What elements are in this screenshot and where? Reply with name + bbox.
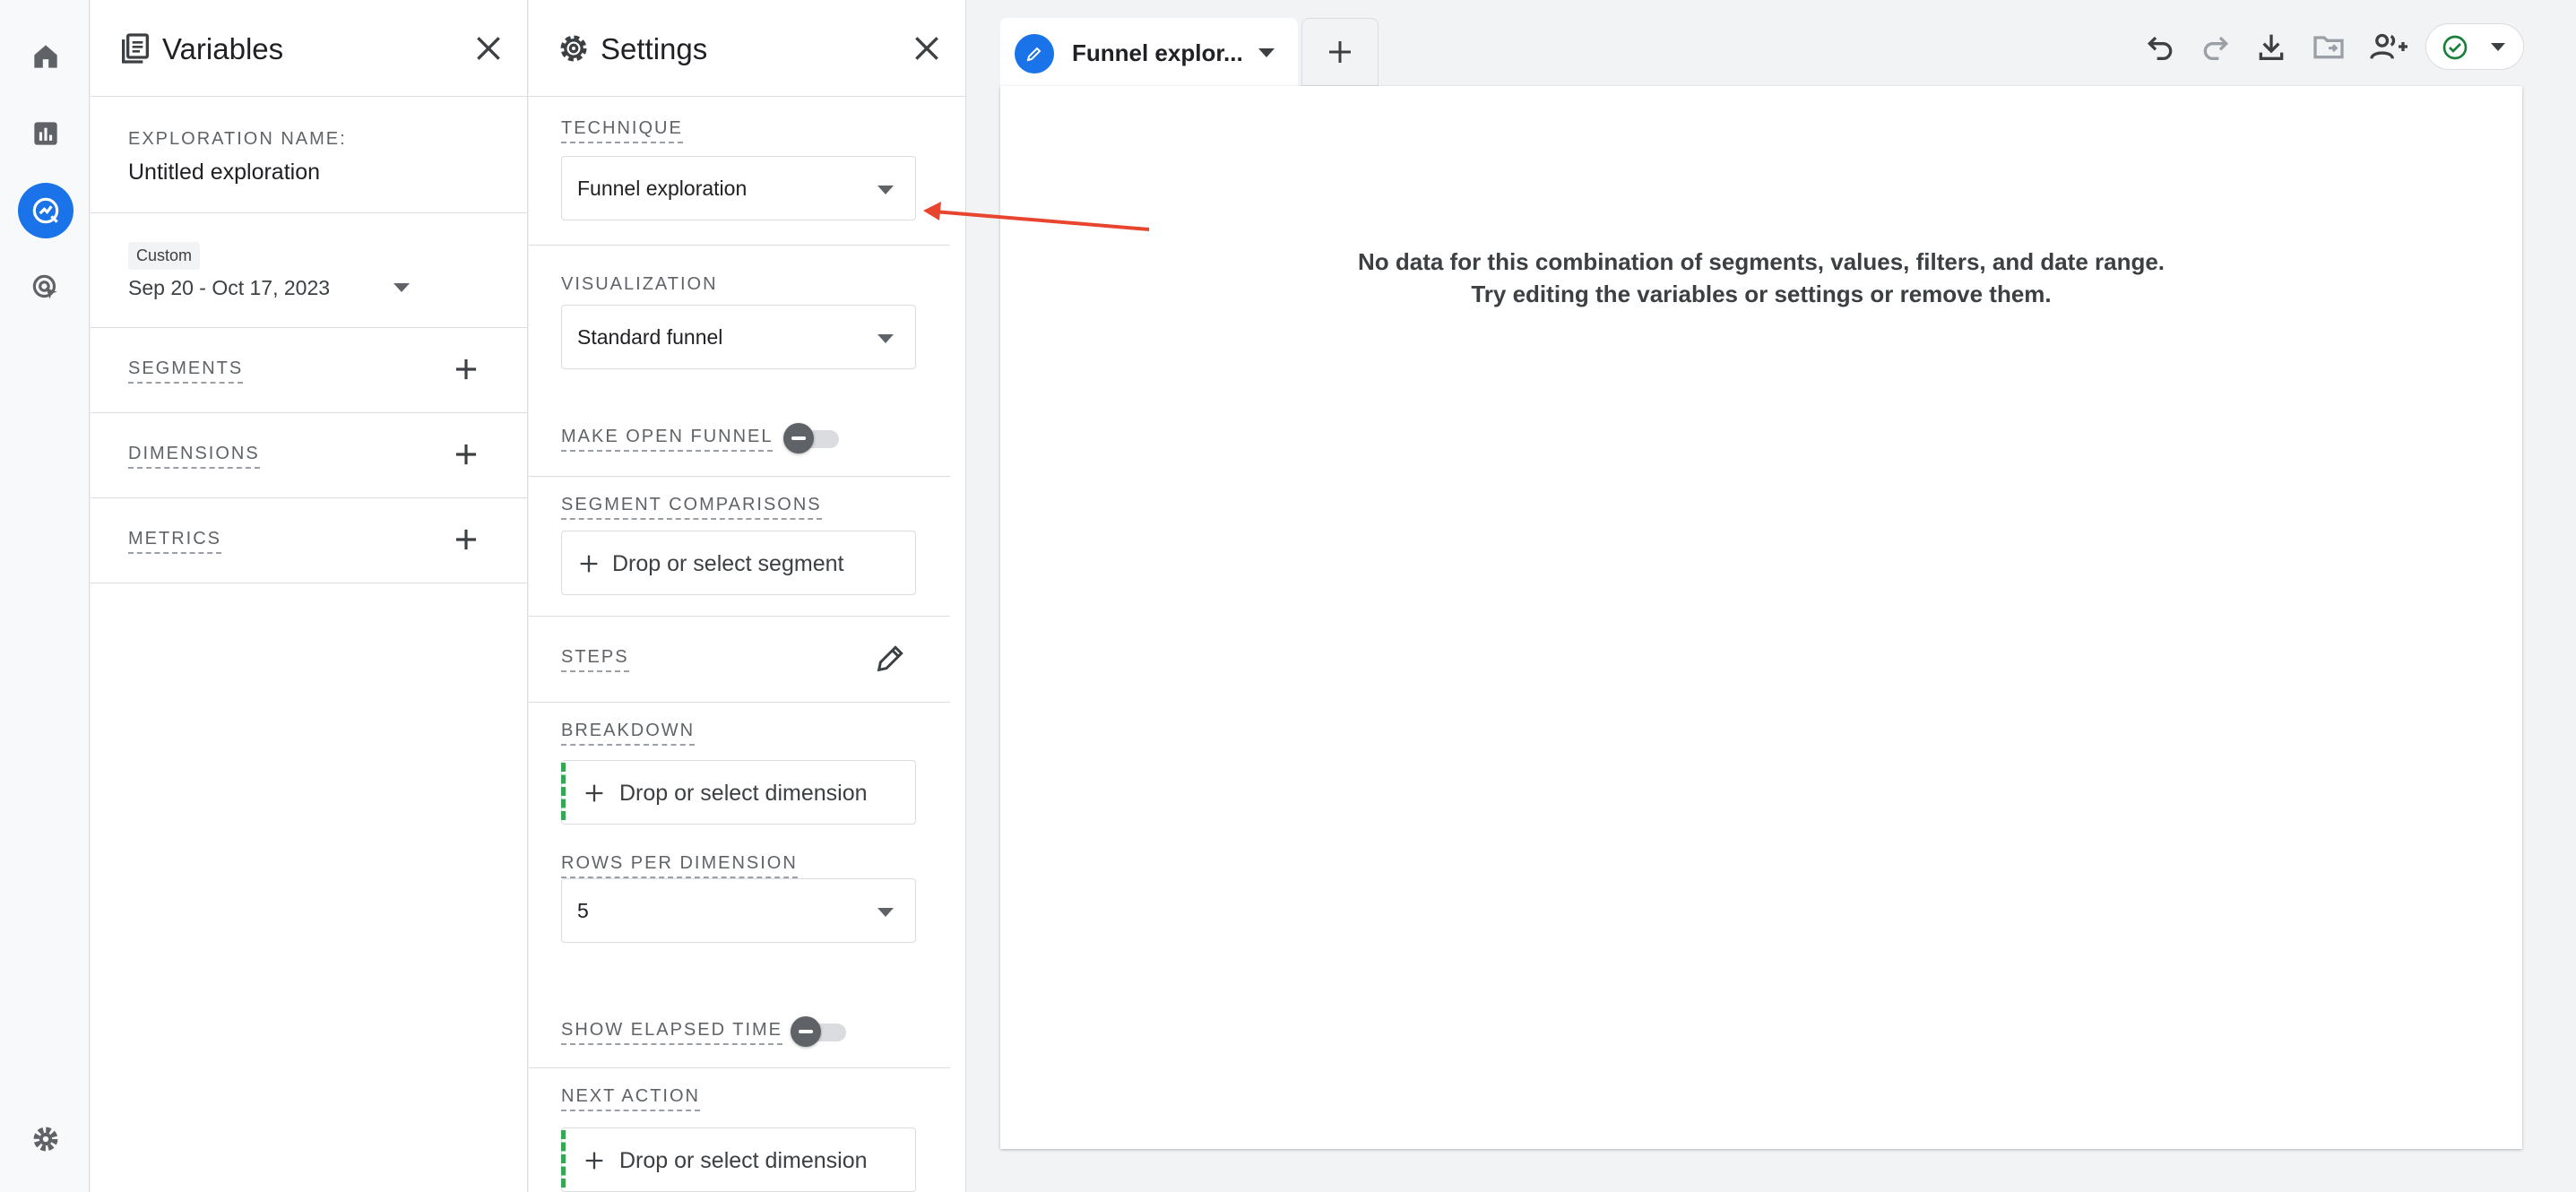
breakdown-drop-zone[interactable]: Drop or select dimension <box>561 760 916 825</box>
check-circle-icon <box>2442 35 2468 60</box>
next-action-label: NEXT ACTION <box>561 1086 700 1111</box>
settings-panel: Settings TECHNIQUE Funnel exploration VI… <box>529 0 966 1192</box>
rows-per-dimension-value: 5 <box>577 899 589 922</box>
segment-drop-text: Drop or select segment <box>612 551 844 576</box>
rows-per-dimension-select[interactable]: 5 <box>561 878 916 943</box>
plus-icon <box>585 1152 603 1170</box>
segment-drop-zone[interactable]: Drop or select segment <box>561 531 916 595</box>
settings-header: Settings <box>529 0 965 97</box>
chevron-down-icon <box>877 186 894 194</box>
open-funnel-label: MAKE OPEN FUNNEL <box>561 427 774 452</box>
annotation-arrow <box>923 202 1150 231</box>
empty-state-line-2: Try editing the variables or settings or… <box>1471 281 2052 307</box>
move-folder-icon[interactable] <box>2311 29 2347 65</box>
variables-title: Variables <box>162 32 284 65</box>
date-range-section[interactable]: Custom Sep 20 - Oct 17, 2023 <box>91 213 527 328</box>
segments-row: SEGMENTS <box>91 328 527 413</box>
advertising-nav-button[interactable] <box>18 260 73 315</box>
exploration-name-input[interactable]: Untitled exploration <box>128 160 320 186</box>
visualization-value: Standard funnel <box>577 325 723 349</box>
exploration-name-label: EXPLORATION NAME: <box>128 129 347 149</box>
breakdown-drop-text: Drop or select dimension <box>619 781 868 806</box>
segment-comparisons-section: SEGMENT COMPARISONS Drop or select segme… <box>529 477 950 617</box>
metrics-label: METRICS <box>128 529 221 554</box>
next-action-section: NEXT ACTION Drop or select dimension <box>529 1068 950 1192</box>
plus-icon <box>580 555 598 573</box>
empty-state-line-1: No data for this combination of segments… <box>1357 248 2165 275</box>
add-tab-button[interactable] <box>1301 18 1379 86</box>
steps-section: STEPS <box>529 617 950 703</box>
plus-icon <box>585 784 603 802</box>
edit-steps-pencil-icon[interactable] <box>873 640 909 676</box>
add-dimension-icon[interactable] <box>449 437 483 471</box>
explore-nav-button[interactable] <box>18 183 73 238</box>
breakdown-section: BREAKDOWN Drop or select dimension ROWS … <box>529 703 950 982</box>
segment-comparisons-label: SEGMENT COMPARISONS <box>561 495 822 520</box>
plus-icon <box>1329 41 1351 63</box>
reports-nav-button[interactable] <box>18 106 73 161</box>
close-variables-icon[interactable] <box>471 30 506 66</box>
visualization-select[interactable]: Standard funnel <box>561 305 916 369</box>
add-metric-icon[interactable] <box>449 523 483 557</box>
technique-select[interactable]: Funnel exploration <box>561 156 916 220</box>
redo-icon[interactable] <box>2198 29 2234 65</box>
add-segment-icon[interactable] <box>449 352 483 386</box>
settings-gear-icon <box>560 35 587 62</box>
save-status-button[interactable] <box>2425 23 2524 70</box>
next-action-drop-text: Drop or select dimension <box>619 1148 868 1173</box>
empty-state-message: No data for this combination of segments… <box>1000 246 2522 310</box>
date-range-type-chip: Custom <box>128 242 201 270</box>
admin-gear-icon <box>33 1127 58 1152</box>
open-funnel-toggle[interactable] <box>783 423 839 453</box>
breakdown-label: BREAKDOWN <box>561 721 696 746</box>
tab-label: Funnel explor... <box>1072 39 1243 66</box>
rows-per-dimension-label: ROWS PER DIMENSION <box>561 853 798 878</box>
next-action-drop-zone[interactable]: Drop or select dimension <box>561 1127 916 1192</box>
exploration-canvas: No data for this combination of segments… <box>1000 86 2522 1149</box>
elapsed-time-section: SHOW ELAPSED TIME <box>529 982 950 1068</box>
explore-icon <box>32 197 59 224</box>
chevron-down-icon <box>877 908 894 917</box>
share-users-icon[interactable] <box>2368 29 2411 65</box>
home-icon <box>34 45 57 68</box>
show-elapsed-label: SHOW ELAPSED TIME <box>561 1020 783 1045</box>
show-elapsed-toggle[interactable] <box>791 1016 846 1047</box>
variables-icon <box>122 33 149 64</box>
advertising-icon <box>32 274 57 299</box>
tab-pencil-icon <box>1015 34 1054 73</box>
date-range-value[interactable]: Sep 20 - Oct 17, 2023 <box>128 276 330 300</box>
close-settings-icon[interactable] <box>909 30 945 66</box>
steps-label: STEPS <box>561 647 629 672</box>
technique-label: TECHNIQUE <box>561 118 683 143</box>
download-icon[interactable] <box>2253 29 2289 65</box>
variables-header: Variables <box>91 0 527 97</box>
left-nav-rail <box>0 0 90 1192</box>
undo-icon[interactable] <box>2142 29 2178 65</box>
reports-icon <box>34 122 57 145</box>
chevron-down-icon <box>2491 43 2505 51</box>
home-nav-button[interactable] <box>18 29 73 84</box>
tab-funnel-exploration[interactable]: Funnel explor... <box>1000 18 1298 86</box>
dimensions-row: DIMENSIONS <box>91 413 527 498</box>
segments-label: SEGMENTS <box>128 358 244 384</box>
settings-title: Settings <box>601 32 708 65</box>
chevron-down-icon <box>877 334 894 343</box>
admin-nav-button[interactable] <box>18 1111 73 1167</box>
dimensions-label: DIMENSIONS <box>128 444 260 469</box>
visualization-label: VISUALIZATION <box>561 274 718 294</box>
technique-section: TECHNIQUE Funnel exploration <box>529 97 950 246</box>
metrics-row: METRICS <box>91 498 527 583</box>
exploration-name-section: EXPLORATION NAME: Untitled exploration <box>91 97 527 213</box>
chevron-down-icon[interactable] <box>393 283 410 292</box>
visualization-section: VISUALIZATION Standard funnel MAKE OPEN … <box>529 246 950 477</box>
chevron-down-icon[interactable] <box>1258 48 1275 57</box>
technique-value: Funnel exploration <box>577 177 748 200</box>
variables-panel: Variables EXPLORATION NAME: Untitled exp… <box>91 0 528 1192</box>
